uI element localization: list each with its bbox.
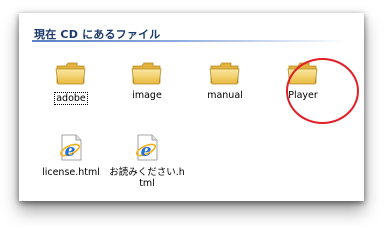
ie-html-icon: e (135, 134, 158, 161)
file-label: image (132, 90, 162, 101)
file-item-readme-html[interactable]: e お読みください.html (109, 133, 185, 189)
screenshot-stage: 現在 CD にあるファイル adobe image manual Player … (0, 0, 388, 243)
section-divider (32, 40, 350, 42)
file-item-manual[interactable]: manual (187, 60, 263, 101)
file-browser-panel: 現在 CD にあるファイル adobe image manual Player … (19, 13, 364, 201)
file-label: manual (207, 90, 243, 101)
file-label: adobe (54, 92, 88, 105)
file-item-adobe[interactable]: adobe (33, 60, 109, 105)
file-label: license.html (42, 167, 100, 178)
section-header: 現在 CD にあるファイル (19, 13, 364, 43)
svg-text:e: e (65, 141, 76, 161)
file-label: お読みください.html (109, 167, 185, 189)
folder-icon (55, 62, 86, 85)
file-item-license-html[interactable]: e license.html (33, 133, 109, 178)
file-item-image[interactable]: image (109, 60, 185, 101)
highlight-annotation-circle (286, 58, 359, 124)
svg-text:e: e (141, 141, 152, 161)
folder-icon (131, 62, 162, 85)
ie-html-icon: e (59, 134, 82, 161)
folder-icon (209, 62, 240, 85)
